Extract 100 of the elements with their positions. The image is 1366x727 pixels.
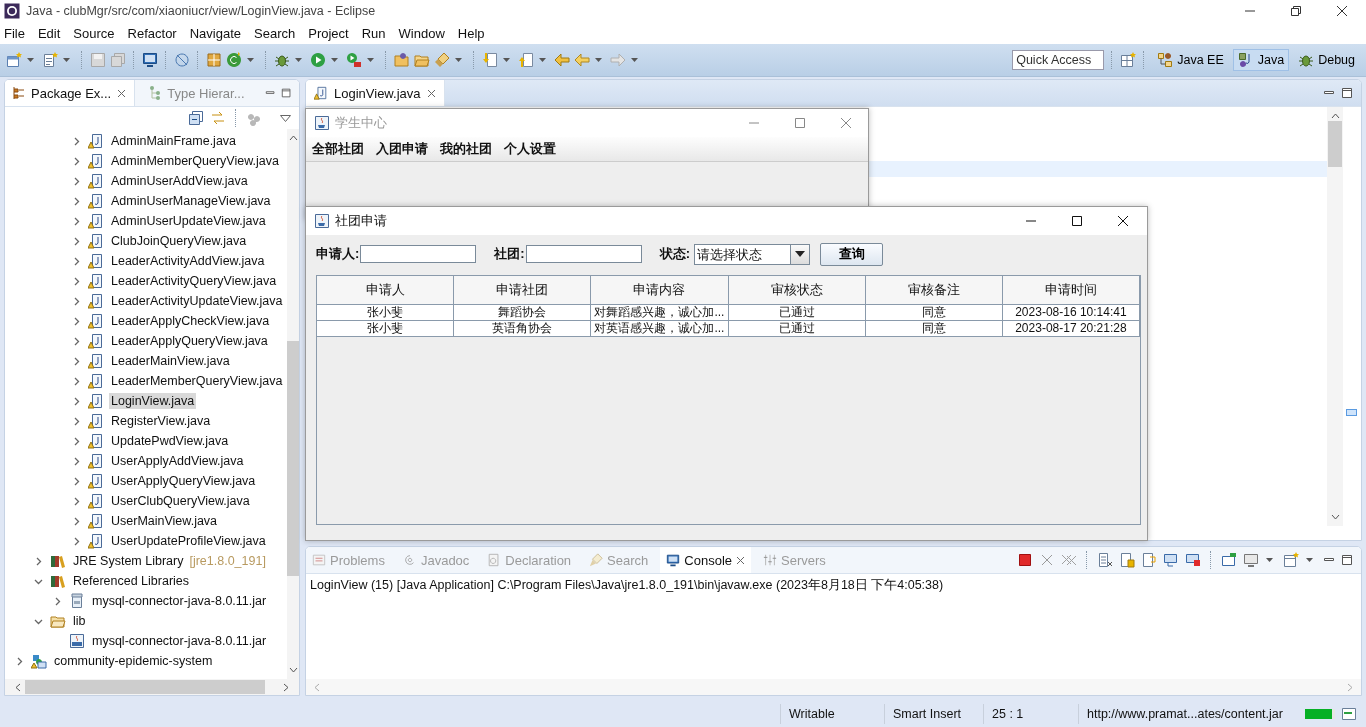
tree-item[interactable]: ClubJoinQueryView.java <box>109 233 249 249</box>
tree-item[interactable]: LeaderApplyQueryView.java <box>109 333 270 349</box>
scroll-thumb[interactable] <box>25 680 265 694</box>
chevron-icon[interactable] <box>72 376 81 386</box>
chevron-icon[interactable] <box>72 416 81 426</box>
tree-item[interactable]: UpdatePwdView.java <box>109 433 231 449</box>
scroll-down-icon[interactable] <box>1330 514 1340 520</box>
chevron-icon[interactable] <box>72 496 81 506</box>
menu-item[interactable]: Project <box>308 25 349 41</box>
scrollbar[interactable] <box>287 129 299 679</box>
tree-item[interactable]: mysql-connector-java-8.0.11.jar <box>90 593 269 609</box>
tree-item[interactable]: Referenced Libraries <box>71 573 192 589</box>
link-editor-icon[interactable] <box>210 110 226 126</box>
caret-icon[interactable] <box>331 58 338 62</box>
tree-item[interactable]: LoginView.java <box>109 393 197 409</box>
back-arrow-icon[interactable] <box>554 52 570 68</box>
column-header[interactable]: 申请内容 <box>591 276 729 305</box>
chevron-icon[interactable] <box>34 556 43 566</box>
tree-item[interactable]: AdminUserUpdateView.java <box>109 213 268 229</box>
new-file-icon[interactable] <box>42 52 58 68</box>
chevron-icon[interactable] <box>72 456 81 466</box>
tree-item[interactable]: RegisterView.java <box>109 413 213 429</box>
run-tools-icon[interactable] <box>346 52 362 68</box>
refresh-circle-icon[interactable] <box>226 52 242 68</box>
document-down-icon[interactable] <box>482 52 498 68</box>
chevron-icon[interactable] <box>72 396 81 406</box>
clear-document-icon[interactable] <box>1097 552 1113 568</box>
chevron-icon[interactable] <box>72 276 81 286</box>
column-header[interactable]: 申请社团 <box>454 276 592 305</box>
menu-item[interactable]: Source <box>73 25 115 41</box>
chevron-icon[interactable] <box>72 536 81 546</box>
scroll-left-icon[interactable] <box>15 682 21 692</box>
chevron-icon[interactable] <box>72 156 81 166</box>
tree-item[interactable]: lib <box>71 613 88 629</box>
chevron-icon[interactable] <box>72 316 81 326</box>
caret-icon[interactable] <box>367 58 374 62</box>
caret-icon[interactable] <box>247 58 254 62</box>
tree-item[interactable]: LeaderActivityQueryView.java <box>109 273 279 289</box>
chevron-icon[interactable] <box>72 516 81 526</box>
tree-item[interactable]: community-epidemic-system <box>52 653 215 669</box>
tree-item[interactable]: LeaderActivityAddView.java <box>109 253 267 269</box>
document-up-icon[interactable] <box>518 52 534 68</box>
overview-marker[interactable] <box>1346 409 1357 416</box>
caret-icon[interactable] <box>1306 558 1313 562</box>
console-error-icon[interactable] <box>1185 552 1201 568</box>
collapse-all-icon[interactable] <box>188 110 204 126</box>
tree-item[interactable]: UserApplyQueryView.java <box>109 473 258 489</box>
maximize-icon[interactable] <box>1341 87 1353 99</box>
scrollbar[interactable] <box>1327 107 1343 526</box>
input-field[interactable] <box>360 245 477 263</box>
view-tab[interactable]: Package Ex... <box>5 80 136 106</box>
close-icon[interactable] <box>1336 5 1348 17</box>
view-tab[interactable]: Console <box>660 547 751 573</box>
query-button[interactable]: 查询 <box>820 242 884 266</box>
chevron-icon[interactable] <box>72 476 81 486</box>
chevron-icon[interactable] <box>72 436 81 446</box>
status-dropdown[interactable]: 请选择状态 <box>694 243 811 265</box>
perspective-button[interactable]: Debug <box>1293 49 1360 71</box>
chevron-icon[interactable] <box>72 216 81 226</box>
chevron-icon[interactable] <box>72 136 81 146</box>
progress-view-icon[interactable] <box>1341 705 1357 722</box>
tree-item[interactable]: AdminMemberQueryView.java <box>109 153 281 169</box>
remove-icon[interactable] <box>1039 552 1055 568</box>
menu-item[interactable]: 入团申请 <box>376 140 428 158</box>
scrollbar[interactable] <box>5 679 299 695</box>
tree-item[interactable]: AdminUserManageView.java <box>109 193 273 209</box>
tree-item[interactable]: LeaderActivityUpdateView.java <box>109 293 285 309</box>
menu-item[interactable]: Help <box>457 25 485 41</box>
editor-tab[interactable]: LoginView.java <box>306 80 445 106</box>
scroll-thumb[interactable] <box>287 341 299 576</box>
chevron-icon[interactable] <box>53 596 62 606</box>
chevron-icon[interactable] <box>15 656 24 666</box>
scroll-up-icon[interactable] <box>288 135 298 141</box>
menu-item[interactable]: Navigate <box>189 25 241 41</box>
new-console-icon[interactable] <box>1283 552 1299 568</box>
tree-item[interactable]: AdminUserAddView.java <box>109 173 250 189</box>
caret-icon[interactable] <box>295 58 302 62</box>
tree-item[interactable]: JRE System Library <box>71 553 186 569</box>
caret-icon[interactable] <box>27 58 34 62</box>
column-header[interactable]: 申请人 <box>317 276 455 305</box>
tree-item[interactable]: UserUpdateProfileView.java <box>109 533 268 549</box>
tree-item[interactable]: mysql-connector-java-8.0.11.jar <box>90 633 269 649</box>
menu-item[interactable]: Edit <box>37 25 61 41</box>
menu-item[interactable]: 全部社团 <box>312 140 364 158</box>
column-header[interactable]: 审核状态 <box>728 276 866 305</box>
scroll-lock-icon[interactable] <box>1119 552 1135 568</box>
maximize-icon[interactable] <box>1071 215 1083 227</box>
new-window-icon[interactable] <box>6 52 22 68</box>
caret-icon[interactable] <box>63 58 70 62</box>
menu-item[interactable]: 个人设置 <box>504 140 556 158</box>
chevron-icon[interactable] <box>72 196 81 206</box>
chevron-icon[interactable] <box>72 336 81 346</box>
scroll-thumb[interactable] <box>1328 121 1342 167</box>
word-wrap-icon[interactable] <box>1141 552 1157 568</box>
menu-item[interactable]: 我的社团 <box>440 140 492 158</box>
caret-icon[interactable] <box>1266 558 1273 562</box>
input-field[interactable] <box>525 245 642 263</box>
menu-item[interactable]: Search <box>254 25 296 41</box>
tree-item[interactable]: LeaderMemberQueryView.java <box>109 373 285 389</box>
close-icon[interactable] <box>1117 215 1129 227</box>
